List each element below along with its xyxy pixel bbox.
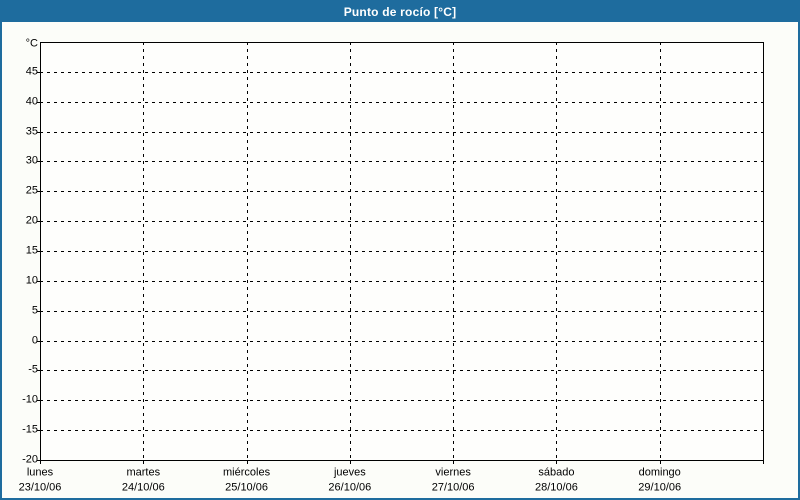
x-day-label: viernes (435, 466, 471, 479)
x-date-label: 25/10/06 (225, 481, 268, 494)
y-tick-label: 0 (31, 334, 38, 347)
x-day-label: martes (126, 466, 161, 479)
y-tick-label: -20 (22, 453, 38, 466)
y-tick-label: 10 (25, 274, 38, 287)
y-tick-label: -15 (22, 423, 38, 436)
x-day-label: jueves (333, 466, 366, 479)
y-tick-label: 25 (25, 184, 38, 197)
x-day-label: sábado (538, 466, 575, 479)
x-date-label: 23/10/06 (18, 481, 62, 494)
y-tick-label: 5 (31, 304, 38, 317)
plot-area (40, 42, 764, 461)
x-day-label: miércoles (223, 466, 271, 479)
x-date-label: 27/10/06 (431, 481, 475, 494)
x-date-label: 29/10/06 (638, 481, 682, 494)
y-tick-label: 35 (25, 125, 38, 138)
y-tick-label: 45 (25, 65, 38, 78)
y-axis-unit-label: °C (25, 37, 38, 50)
plot-grid-canvas (37, 42, 764, 464)
x-day-label: lunes (26, 466, 54, 479)
y-tick-label: 15 (25, 244, 38, 257)
y-tick-label: 40 (25, 95, 38, 108)
x-date-label: 26/10/06 (328, 481, 372, 494)
chart-window: Punto de rocío [°C] °C 45 40 35 30 25 20 15 10 5… (0, 0, 800, 500)
y-tick-label: -10 (22, 393, 38, 406)
y-tick-label: 20 (25, 214, 38, 227)
x-date-label: 28/10/06 (535, 481, 578, 494)
x-day-label: domingo (638, 466, 681, 479)
y-tick-label: -5 (28, 363, 38, 376)
x-date-label: 24/10/06 (121, 481, 165, 494)
y-tick-label: 30 (25, 154, 38, 167)
